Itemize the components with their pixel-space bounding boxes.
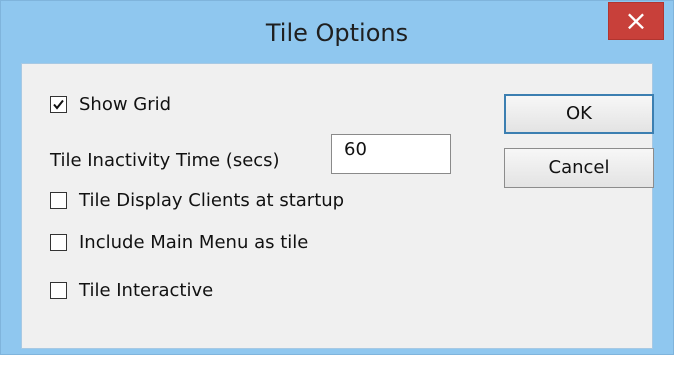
interactive-option[interactable]: Tile Interactive <box>50 280 213 301</box>
cancel-button[interactable]: Cancel <box>504 148 654 188</box>
display-clients-label: Tile Display Clients at startup <box>79 190 345 211</box>
dialog-window: Tile Options × Show Grid Tile Inactivity… <box>0 0 674 355</box>
include-main-menu-option[interactable]: Include Main Menu as tile <box>50 232 308 253</box>
include-main-menu-label: Include Main Menu as tile <box>79 232 309 253</box>
inactivity-time-label: Tile Inactivity Time (secs) <box>50 150 280 171</box>
dialog-body: Show Grid Tile Inactivity Time (secs) 60… <box>21 63 654 349</box>
checkmark-icon <box>53 99 64 110</box>
inactivity-time-input[interactable]: 60 <box>331 134 451 174</box>
close-icon: × <box>624 4 648 37</box>
show-grid-checkbox[interactable] <box>50 96 67 113</box>
interactive-checkbox[interactable] <box>50 282 67 299</box>
interactive-label: Tile Interactive <box>79 280 214 301</box>
dialog-title: Tile Options <box>265 19 409 47</box>
show-grid-option[interactable]: Show Grid <box>50 94 171 115</box>
display-clients-option[interactable]: Tile Display Clients at startup <box>50 190 344 211</box>
show-grid-label: Show Grid <box>79 94 172 115</box>
include-main-menu-checkbox[interactable] <box>50 234 67 251</box>
ok-button[interactable]: OK <box>504 94 654 134</box>
close-button[interactable]: × <box>608 2 664 40</box>
display-clients-checkbox[interactable] <box>50 192 67 209</box>
